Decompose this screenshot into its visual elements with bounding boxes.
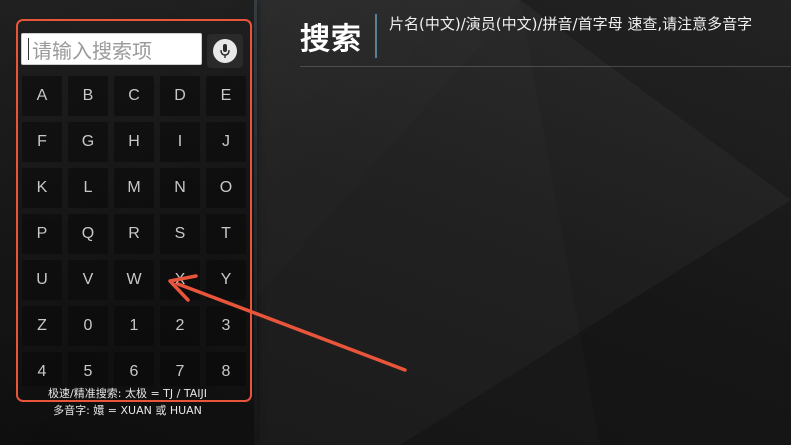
key-b[interactable]: B [68, 76, 108, 116]
key-v[interactable]: V [68, 260, 108, 300]
key-w[interactable]: W [114, 260, 154, 300]
key-i[interactable]: I [160, 122, 200, 162]
key-n[interactable]: N [160, 168, 200, 208]
microphone-icon [213, 39, 237, 63]
key-d[interactable]: D [160, 76, 200, 116]
key-e[interactable]: E [206, 76, 246, 116]
key-l[interactable]: L [68, 168, 108, 208]
key-h[interactable]: H [114, 122, 154, 162]
key-p[interactable]: P [22, 214, 62, 254]
search-placeholder: 请输入搜索项 [32, 38, 152, 63]
key-3[interactable]: 3 [206, 306, 246, 346]
header-rule [300, 66, 791, 67]
key-2[interactable]: 2 [160, 306, 200, 346]
hint-fast-search: 极速/精准搜索: 太极 = TJ / TAIJI [48, 387, 207, 400]
key-8[interactable]: 8 [206, 352, 246, 386]
key-7[interactable]: 7 [160, 352, 200, 386]
key-a[interactable]: A [22, 76, 62, 116]
key-f[interactable]: F [22, 122, 62, 162]
key-4[interactable]: 4 [22, 352, 62, 386]
key-c[interactable]: C [114, 76, 154, 116]
panel-divider [254, 0, 257, 445]
key-s[interactable]: S [160, 214, 200, 254]
title-divider [375, 14, 377, 58]
key-6[interactable]: 6 [114, 352, 154, 386]
key-j[interactable]: J [206, 122, 246, 162]
key-0[interactable]: 0 [68, 306, 108, 346]
key-g[interactable]: G [68, 122, 108, 162]
page-subtitle: 片名(中文)/演员(中文)/拼音/首字母 速查,请注意多音字 [389, 15, 753, 33]
key-q[interactable]: Q [68, 214, 108, 254]
hint-polyphonic: 多音字: 嬛 = XUAN 或 HUAN [53, 404, 202, 417]
key-1[interactable]: 1 [114, 306, 154, 346]
key-x[interactable]: X [160, 260, 200, 300]
key-o[interactable]: O [206, 168, 246, 208]
key-5[interactable]: 5 [68, 352, 108, 386]
key-k[interactable]: K [22, 168, 62, 208]
key-r[interactable]: R [114, 214, 154, 254]
key-u[interactable]: U [22, 260, 62, 300]
text-caret [28, 38, 29, 60]
search-input[interactable]: 请输入搜索项 [21, 33, 202, 65]
letter-keyboard: A B C D E F G H I J K L M N O P Q R S T … [22, 76, 248, 386]
page-title: 搜索 [300, 22, 362, 57]
voice-search-button[interactable] [207, 34, 243, 68]
search-screen: 请输入搜索项 A B C D E F G H I J K L M N O P Q… [0, 0, 791, 445]
key-z[interactable]: Z [22, 306, 62, 346]
key-y[interactable]: Y [206, 260, 246, 300]
key-t[interactable]: T [206, 214, 246, 254]
key-m[interactable]: M [114, 168, 154, 208]
